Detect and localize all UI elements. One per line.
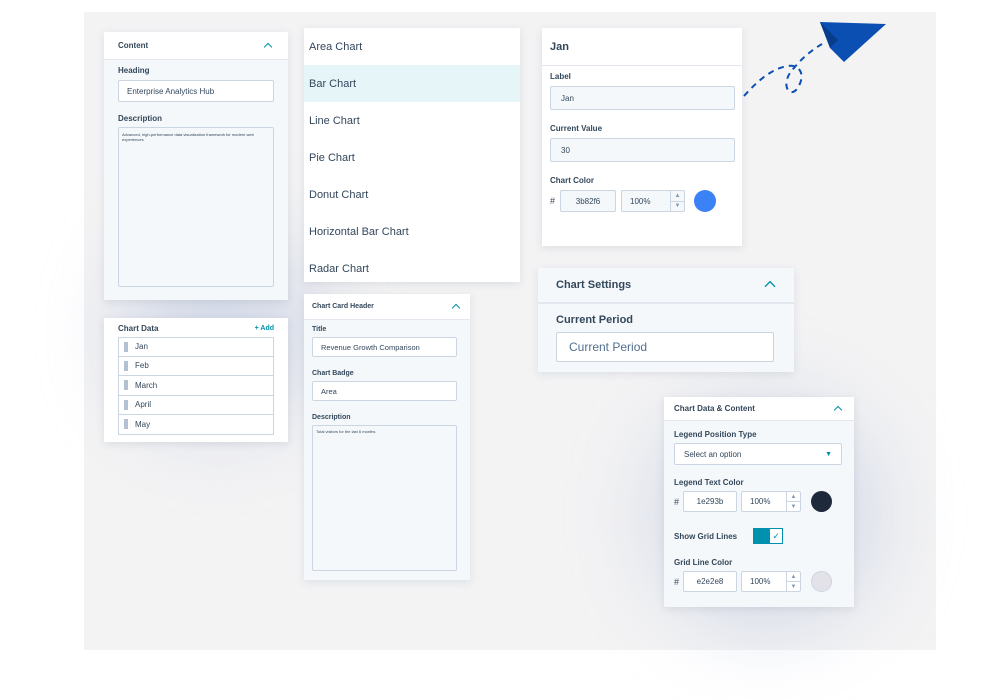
drag-handle-icon[interactable] xyxy=(124,399,128,410)
content-panel-title: Content xyxy=(118,41,149,50)
grid-lines-toggle[interactable]: ✓ xyxy=(753,528,784,544)
chevron-down-icon[interactable]: ▼ xyxy=(787,501,801,511)
card-header-panel-title: Chart Card Header xyxy=(312,303,374,310)
chart-settings-panel: Chart Settings Current Period Current Pe… xyxy=(538,268,794,372)
chart-badge-label: Chart Badge xyxy=(312,370,354,377)
menu-item-pie-chart[interactable]: Pie Chart xyxy=(304,139,520,176)
card-description-textarea[interactable]: Total visitors for the last 6 months xyxy=(312,425,457,571)
label-field-label: Label xyxy=(550,72,571,81)
hash-label: # xyxy=(550,196,556,206)
list-item[interactable]: March xyxy=(118,376,274,396)
drag-handle-icon[interactable] xyxy=(124,341,128,352)
legend-position-label: Legend Position Type xyxy=(674,430,757,439)
card-title-value: Revenue Growth Comparison xyxy=(321,342,420,352)
chart-settings-header[interactable]: Chart Settings xyxy=(538,268,794,304)
list-item[interactable]: April xyxy=(118,395,274,415)
current-value-label: Current Value xyxy=(550,124,603,133)
hash-label: # xyxy=(674,576,680,587)
heading-input-value: Enterprise Analytics Hub xyxy=(127,86,215,96)
description-textarea-value: Advanced, high-performance data visualiz… xyxy=(122,132,254,142)
data-point-panel: Jan Label Jan Current Value 30 Chart Col… xyxy=(542,28,742,246)
legend-text-opacity-input[interactable]: 100% ▲ ▼ xyxy=(741,491,802,512)
content-panel: Content Heading Enterprise Analytics Hub… xyxy=(104,32,288,300)
chevron-up-icon[interactable]: ▲ xyxy=(671,191,684,201)
drag-handle-icon[interactable] xyxy=(124,380,128,391)
opacity-stepper[interactable]: ▲ ▼ xyxy=(786,492,801,511)
chart-data-title: Chart Data xyxy=(118,324,159,333)
chevron-down-icon[interactable]: ▼ xyxy=(787,581,801,591)
chevron-up-icon[interactable] xyxy=(832,403,844,415)
grid-lines-label: Show Grid Lines xyxy=(674,531,738,541)
content-panel-header[interactable]: Content xyxy=(104,32,288,60)
card-description-value: Total visitors for the last 6 months xyxy=(316,429,376,434)
description-label: Description xyxy=(118,114,163,123)
paper-plane-icon xyxy=(743,22,886,97)
chevron-up-icon[interactable]: ▲ xyxy=(787,572,800,581)
grid-color-label: Grid Line Color xyxy=(674,558,733,567)
heading-input[interactable]: Enterprise Analytics Hub xyxy=(118,80,274,102)
current-period-input[interactable]: Current Period xyxy=(556,332,774,362)
label-input[interactable]: Jan xyxy=(550,86,735,110)
chevron-up-icon[interactable]: ▲ xyxy=(787,492,800,501)
chevron-up-icon[interactable] xyxy=(262,40,274,52)
menu-item-bar-chart[interactable]: Bar Chart xyxy=(304,65,520,102)
drag-handle-icon[interactable] xyxy=(124,419,128,430)
menu-item-line-chart[interactable]: Line Chart xyxy=(304,102,520,139)
opacity-stepper[interactable]: ▲ ▼ xyxy=(786,572,801,591)
caret-down-icon[interactable]: ▼ xyxy=(825,451,832,458)
menu-item-donut-chart[interactable]: Donut Chart xyxy=(304,176,520,213)
legend-text-color-label: Legend Text Color xyxy=(674,478,744,487)
menu-item-radar-chart[interactable]: Radar Chart xyxy=(304,250,520,287)
list-item[interactable]: Feb xyxy=(118,356,274,376)
current-period-placeholder: Current Period xyxy=(569,340,648,354)
current-period-label: Current Period xyxy=(556,314,634,326)
card-title-label: Title xyxy=(312,326,327,333)
current-value-value: 30 xyxy=(561,145,570,155)
list-item[interactable]: Jan xyxy=(118,337,274,357)
chart-settings-title: Chart Settings xyxy=(556,279,632,291)
menu-item-horizontal-bar-chart[interactable]: Horizontal Bar Chart xyxy=(304,213,520,250)
hash-label: # xyxy=(674,496,680,507)
chart-color-label: Chart Color xyxy=(550,176,594,185)
list-item[interactable]: May xyxy=(118,415,274,435)
label-input-value: Jan xyxy=(561,93,574,103)
menu-item-area-chart[interactable]: Area Chart xyxy=(304,28,520,65)
chart-data-content-header[interactable]: Chart Data & Content xyxy=(664,397,854,421)
heading-label: Heading xyxy=(118,66,150,75)
current-value-input[interactable]: 30 xyxy=(550,138,735,162)
chart-data-content-panel: Chart Data & Content Legend Position Typ… xyxy=(664,397,854,607)
legend-text-swatch[interactable] xyxy=(811,491,833,512)
chart-data-content-title: Chart Data & Content xyxy=(674,404,755,413)
data-point-title: Jan xyxy=(542,28,742,66)
opacity-stepper[interactable]: ▲ ▼ xyxy=(670,191,685,212)
chevron-up-icon[interactable] xyxy=(450,301,462,313)
legend-position-select[interactable]: Select an option ▼ xyxy=(674,443,842,465)
card-title-input[interactable]: Revenue Growth Comparison xyxy=(312,337,457,357)
chevron-down-icon[interactable]: ▼ xyxy=(671,200,685,212)
card-header-panel: Chart Card Header Title Revenue Growth C… xyxy=(304,294,470,580)
add-row-button[interactable]: + Add xyxy=(255,325,274,332)
drag-handle-icon[interactable] xyxy=(124,360,128,371)
chart-badge-input[interactable]: Area xyxy=(312,381,457,401)
chart-badge-value: Area xyxy=(321,386,337,396)
grid-color-swatch[interactable] xyxy=(811,571,833,592)
chart-color-swatch[interactable] xyxy=(694,190,717,212)
grid-color-opacity-input[interactable]: 100% ▲ ▼ xyxy=(741,571,802,592)
card-description-label: Description xyxy=(312,414,351,421)
chart-color-opacity-input[interactable]: 100% ▲ ▼ xyxy=(621,190,686,212)
chart-type-menu: Area Chart Bar Chart Line Chart Pie Char… xyxy=(304,28,520,282)
grid-color-hex-input[interactable]: e2e2e8 xyxy=(683,571,738,592)
card-header-panel-header[interactable]: Chart Card Header xyxy=(304,294,470,320)
chart-color-hex-input[interactable]: 3b82f6 xyxy=(560,190,617,212)
check-icon: ✓ xyxy=(770,529,783,543)
legend-text-hex-input[interactable]: 1e293b xyxy=(683,491,738,512)
chevron-up-icon[interactable] xyxy=(762,277,778,293)
legend-position-placeholder: Select an option xyxy=(684,449,742,459)
chart-data-list: Jan Feb March April May xyxy=(118,337,274,435)
chart-data-panel: Chart Data + Add Jan Feb March April May xyxy=(104,318,288,442)
description-textarea[interactable]: Advanced, high-performance data visualiz… xyxy=(118,127,274,287)
